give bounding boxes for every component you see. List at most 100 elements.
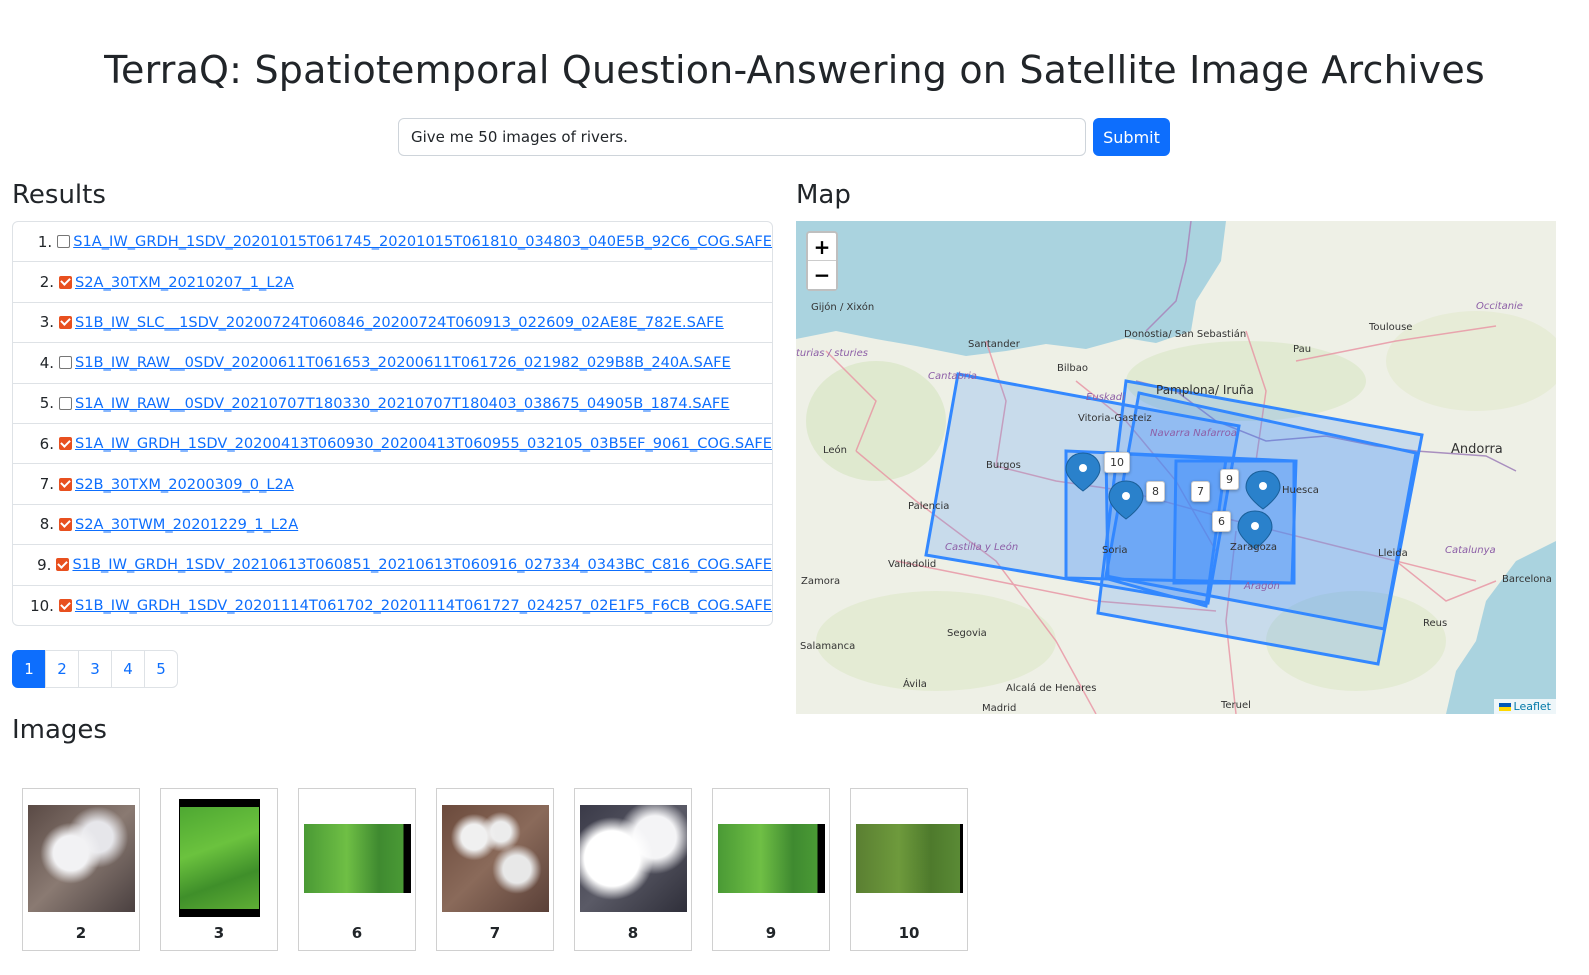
marker-cluster-label[interactable]: 7 [1191,481,1210,502]
result-row: 2. S2A_30TXM_20210207_1_L2A [13,262,772,303]
map-label: León [823,444,847,456]
map-label: Navarra Nafarroa [1150,428,1237,439]
result-row: 4. S1B_IW_RAW__0SDV_20200611T061653_20200… [13,343,772,384]
satellite-thumbnail [718,824,825,893]
result-row: 6. S1A_IW_GRDH_1SDV_20200413T060930_20200… [13,424,772,465]
flag-icon [1498,702,1511,711]
result-checkbox[interactable] [57,235,71,249]
map-heading: Map [796,180,851,210]
result-row: 9. S1B_IW_GRDH_1SDV_20210613T060851_20210… [13,545,772,586]
image-card[interactable]: 3 [160,788,278,951]
page-button-2[interactable]: 2 [45,650,79,688]
map-label: Gijón / Xixón [811,301,874,313]
satellite-thumbnail [28,805,135,912]
result-checkbox[interactable] [59,477,72,491]
result-row: 10. S1B_IW_GRDH_1SDV_20201114T061702_2020… [13,586,772,625]
map-tiles: Gijón / Xixón Santander Bilbao Donostia/… [796,221,1556,714]
results-list: 1. S1A_IW_GRDH_1SDV_20201015T061745_20201… [12,221,773,626]
satellite-thumbnail [442,805,549,912]
result-link[interactable]: S2A_30TXM_20210207_1_L2A [75,274,294,291]
result-row: 7. S2B_30TXM_20200309_0_L2A [13,464,772,505]
map-label: Andorra [1451,442,1503,457]
map-label: Pau [1293,344,1311,355]
image-label: 3 [213,924,225,942]
marker-cluster-label[interactable]: 10 [1104,452,1130,473]
submit-button[interactable]: Submit [1093,118,1170,156]
map-view[interactable]: Gijón / Xixón Santander Bilbao Donostia/… [796,221,1556,714]
result-link[interactable]: S1A_IW_GRDH_1SDV_20201015T061745_2020101… [73,233,772,250]
result-checkbox[interactable] [59,517,72,531]
result-link[interactable]: S1B_IW_SLC__1SDV_20200724T060846_2020072… [75,314,724,331]
pagination: 1 2 3 4 5 [12,650,178,688]
result-number: 9. [37,555,52,574]
map-label: Zaragoza [1230,542,1277,553]
map-label: Aragón [1243,580,1280,592]
result-checkbox[interactable] [59,356,72,370]
result-number: 2. [39,273,54,292]
result-checkbox[interactable] [58,599,72,613]
image-card[interactable]: 9 [712,788,830,951]
result-link[interactable]: S2B_30TXM_20200309_0_L2A [75,476,294,493]
map-label: Euskadi [1086,392,1125,403]
image-label: 7 [489,924,501,942]
result-number: 8. [39,515,54,534]
map-label: Vitoria-Gasteiz [1078,413,1152,424]
map-label: Burgos [986,460,1021,471]
page-button-4[interactable]: 4 [111,650,145,688]
map-label: Valladolid [888,559,936,570]
image-card[interactable]: 8 [574,788,692,951]
search-input[interactable] [398,118,1086,156]
map-label: Donostia/ San Sebastián [1124,328,1246,340]
zoom-control: + − [806,231,838,291]
map-label: Barcelona [1502,574,1552,585]
result-link[interactable]: S2A_30TWM_20201229_1_L2A [75,516,298,533]
satellite-thumbnail-fill [180,807,259,909]
satellite-thumbnail [856,824,963,893]
map-label: Soria [1102,545,1127,556]
page-button-1[interactable]: 1 [12,650,46,688]
map-label: Toulouse [1368,322,1412,333]
image-label: 9 [765,924,777,942]
result-checkbox[interactable] [56,558,70,572]
map-label: Alcalá de Henares [1006,682,1096,694]
map-attribution: Leaflet [1493,699,1556,714]
map-label: Lleida [1378,548,1408,559]
marker-cluster-label[interactable]: 6 [1212,511,1231,532]
map-label: Bilbao [1057,363,1088,374]
map-label: Huesca [1282,485,1319,496]
marker-cluster-label[interactable]: 9 [1220,469,1239,490]
map-label: Palencia [908,501,949,512]
image-card[interactable]: 7 [436,788,554,951]
result-link[interactable]: S1A_IW_GRDH_1SDV_20200413T060930_2020041… [75,435,772,452]
image-label: 10 [898,924,920,942]
result-link[interactable]: S1B_IW_GRDH_1SDV_20210613T060851_2021061… [72,556,772,573]
result-checkbox[interactable] [59,396,72,410]
map-label: Occitanie [1476,301,1523,312]
satellite-thumbnail [580,805,687,912]
result-link[interactable]: S1B_IW_GRDH_1SDV_20201114T061702_2020111… [75,597,772,614]
images-heading: Images [12,715,107,745]
attribution-link[interactable]: Leaflet [1514,700,1551,713]
image-label: 6 [351,924,363,942]
result-link[interactable]: S1A_IW_RAW__0SDV_20210707T180330_2021070… [75,395,729,412]
result-number: 10. [30,596,54,615]
result-link[interactable]: S1B_IW_RAW__0SDV_20200611T061653_2020061… [75,354,731,371]
image-card[interactable]: 10 [850,788,968,951]
marker-cluster-label[interactable]: 8 [1146,481,1165,502]
result-checkbox[interactable] [59,275,72,289]
result-checkbox[interactable] [58,437,72,451]
result-checkbox[interactable] [59,315,72,329]
page-button-3[interactable]: 3 [78,650,112,688]
map-label: Madrid [982,703,1016,714]
zoom-out-button[interactable]: − [808,261,836,289]
zoom-in-button[interactable]: + [808,233,836,261]
image-card[interactable]: 2 [22,788,140,951]
result-number: 1. [37,232,53,251]
map-label: Reus [1423,618,1447,629]
image-card[interactable]: 6 [298,788,416,951]
page-button-5[interactable]: 5 [144,650,178,688]
map-label: Ávila [903,677,927,690]
image-label: 2 [75,924,87,942]
result-number: 7. [39,475,54,494]
map-label: Castilla y León [945,541,1018,553]
